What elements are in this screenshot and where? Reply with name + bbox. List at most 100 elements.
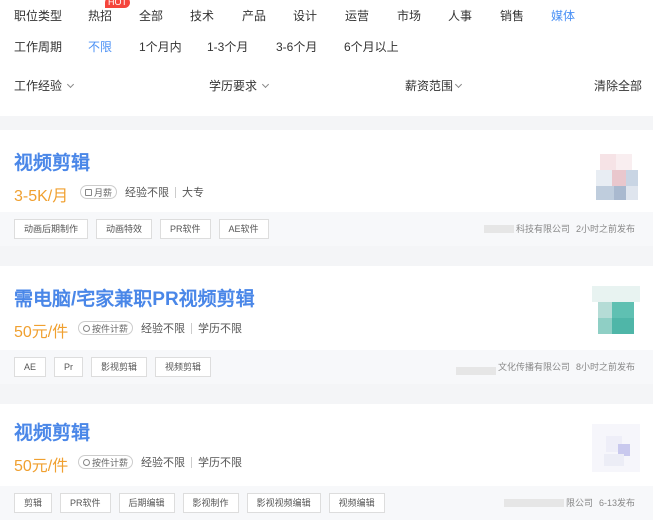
- skill-tag: 视频编辑: [328, 493, 385, 513]
- education-dropdown[interactable]: 学历要求: [209, 73, 270, 99]
- job-experience: 经验不限: [141, 457, 186, 469]
- period-option-any[interactable]: 不限: [88, 34, 112, 60]
- divider: [191, 456, 193, 468]
- job-experience: 经验不限: [125, 187, 170, 199]
- job-experience: 经验不限: [141, 323, 186, 335]
- skill-tag: 动画后期制作: [14, 219, 89, 239]
- pay-type-label: 按件计薪: [92, 457, 129, 468]
- filter-label-job-type: 职位类型: [14, 9, 63, 23]
- divider: [175, 186, 177, 198]
- skill-tag: 影视剪辑: [91, 357, 148, 377]
- skill-tag: PR软件: [60, 493, 111, 513]
- job-education: 大专: [182, 187, 205, 199]
- redacted-text: [503, 499, 564, 507]
- skill-tag: AE软件: [218, 219, 269, 239]
- job-card[interactable]: 视频剪辑 3-5K/月 月薪 经验不限 大专 动画后期制作 动画特效 PR软件 …: [0, 130, 653, 246]
- skill-tag: PR软件: [160, 219, 211, 239]
- job-title[interactable]: 视频剪辑: [14, 418, 90, 445]
- job-card-footer: 动画后期制作 动画特效 PR软件 AE软件 科技有限公司 2小时之前发布: [0, 212, 653, 246]
- company-logo: [592, 424, 640, 472]
- filter-option-all[interactable]: 全部: [139, 3, 163, 29]
- company-logo: [592, 286, 640, 334]
- skill-tag: 动画特效: [96, 219, 153, 239]
- company-info: 文化传播有限公司 8小时之前发布: [455, 350, 635, 384]
- skill-tag: Pr: [54, 357, 84, 377]
- chevron-down-icon: [66, 80, 75, 89]
- company-info: 科技有限公司 2小时之前发布: [483, 212, 635, 246]
- filter-option-hot-label: 热招: [88, 9, 113, 23]
- chevron-down-icon: [261, 80, 270, 89]
- post-time: 6-13发布: [598, 498, 635, 508]
- filter-option-media[interactable]: 媒体: [551, 3, 575, 29]
- filter-option-product[interactable]: 产品: [242, 3, 266, 29]
- calendar-icon: [85, 188, 92, 196]
- company-name[interactable]: 限公司: [566, 486, 593, 520]
- education-dropdown-label: 学历要求: [209, 79, 258, 93]
- pay-type-label: 月薪: [94, 187, 113, 198]
- post-time: 2小时之前发布: [575, 224, 635, 234]
- filter-option-tech[interactable]: 技术: [190, 3, 214, 29]
- pay-type-label: 按件计薪: [92, 323, 129, 334]
- period-option-3-6m[interactable]: 3-6个月: [276, 34, 317, 60]
- filter-option-operations[interactable]: 运营: [345, 3, 369, 29]
- redacted-text: [455, 367, 496, 375]
- filter-row-dropdowns: 工作经验 学历要求 薪资范围 清除全部: [0, 73, 653, 99]
- clear-all-button[interactable]: 清除全部: [594, 73, 642, 99]
- job-education: 学历不限: [198, 457, 243, 469]
- salary-dropdown-label: 薪资范围: [405, 79, 454, 93]
- skill-tag: 影视制作: [182, 493, 239, 513]
- company-name[interactable]: 科技有限公司: [516, 212, 570, 246]
- job-salary: 50元/件: [14, 324, 69, 341]
- filter-option-marketing[interactable]: 市场: [397, 3, 421, 29]
- redacted-text: [483, 225, 514, 233]
- job-meta: 按件计薪 经验不限 学历不限: [78, 454, 242, 470]
- piece-icon: [83, 324, 90, 332]
- period-option-6m-plus[interactable]: 6个月以上: [344, 34, 399, 60]
- filter-option-sales[interactable]: 销售: [500, 3, 524, 29]
- filter-option-hr[interactable]: 人事: [448, 3, 472, 29]
- job-education: 学历不限: [198, 323, 243, 335]
- hot-badge: HOT: [105, 0, 130, 8]
- skill-tag: 视频剪辑: [155, 357, 212, 377]
- skill-tag: 剪辑: [14, 493, 53, 513]
- piece-icon: [83, 458, 90, 466]
- experience-dropdown[interactable]: 工作经验: [14, 73, 75, 99]
- pay-type-tag: 月薪: [80, 185, 118, 199]
- job-card-footer: 剪辑 PR软件 后期编辑 影视制作 影视视频编辑 视频编辑 限公司 6-13发布: [0, 486, 653, 520]
- job-salary: 3-5K/月: [14, 188, 69, 205]
- chevron-down-icon: [454, 80, 463, 89]
- job-meta: 月薪 经验不限 大专: [80, 184, 204, 200]
- job-title[interactable]: 需电脑/宅家兼职PR视频剪辑: [14, 284, 255, 311]
- period-option-1-3m[interactable]: 1-3个月: [207, 34, 248, 60]
- divider: [191, 322, 193, 334]
- company-logo: [596, 154, 638, 200]
- period-option-1m[interactable]: 1个月内: [139, 34, 182, 60]
- skill-tag: 影视视频编辑: [246, 493, 321, 513]
- job-card-body: 视频剪辑 50元/件 按件计薪 经验不限 学历不限: [0, 404, 653, 486]
- job-card-body: 需电脑/宅家兼职PR视频剪辑 50元/件 按件计薪 经验不限 学历不限: [0, 266, 653, 350]
- skill-tag: 后期编辑: [118, 493, 175, 513]
- skill-tags: AE Pr 影视剪辑 视频剪辑: [14, 357, 212, 377]
- pay-type-tag: 按件计薪: [78, 455, 134, 469]
- company-name[interactable]: 文化传播有限公司: [498, 350, 570, 384]
- skill-tags: 剪辑 PR软件 后期编辑 影视制作 影视视频编辑 视频编辑: [14, 493, 385, 513]
- job-title[interactable]: 视频剪辑: [14, 148, 90, 175]
- filter-row-work-period: 工作周期 不限 1个月内 1-3个月 3-6个月 6个月以上: [0, 34, 653, 60]
- company-info: 限公司 6-13发布: [503, 486, 635, 520]
- filter-option-design[interactable]: 设计: [293, 3, 317, 29]
- job-card[interactable]: 需电脑/宅家兼职PR视频剪辑 50元/件 按件计薪 经验不限 学历不限 AE P…: [0, 266, 653, 384]
- filter-row-job-type: 职位类型 热招 HOT 全部 技术 产品 设计 运营 市场 人事 销售 媒体: [0, 0, 653, 29]
- filter-panel: 职位类型 热招 HOT 全部 技术 产品 设计 运营 市场 人事 销售 媒体 工…: [0, 0, 653, 116]
- salary-dropdown[interactable]: 薪资范围: [405, 73, 463, 99]
- job-card-body: 视频剪辑 3-5K/月 月薪 经验不限 大专: [0, 130, 653, 212]
- job-card[interactable]: 视频剪辑 50元/件 按件计薪 经验不限 学历不限 剪辑 PR软件 后期编辑 影…: [0, 404, 653, 522]
- skill-tag: AE: [14, 357, 47, 377]
- filter-option-hot[interactable]: 热招 HOT: [88, 0, 130, 29]
- post-time: 8小时之前发布: [575, 362, 635, 372]
- skill-tags: 动画后期制作 动画特效 PR软件 AE软件: [14, 219, 269, 239]
- pay-type-tag: 按件计薪: [78, 321, 134, 335]
- job-salary: 50元/件: [14, 458, 69, 475]
- job-meta: 按件计薪 经验不限 学历不限: [78, 320, 242, 336]
- job-card-footer: AE Pr 影视剪辑 视频剪辑 文化传播有限公司 8小时之前发布: [0, 350, 653, 384]
- experience-dropdown-label: 工作经验: [14, 79, 63, 93]
